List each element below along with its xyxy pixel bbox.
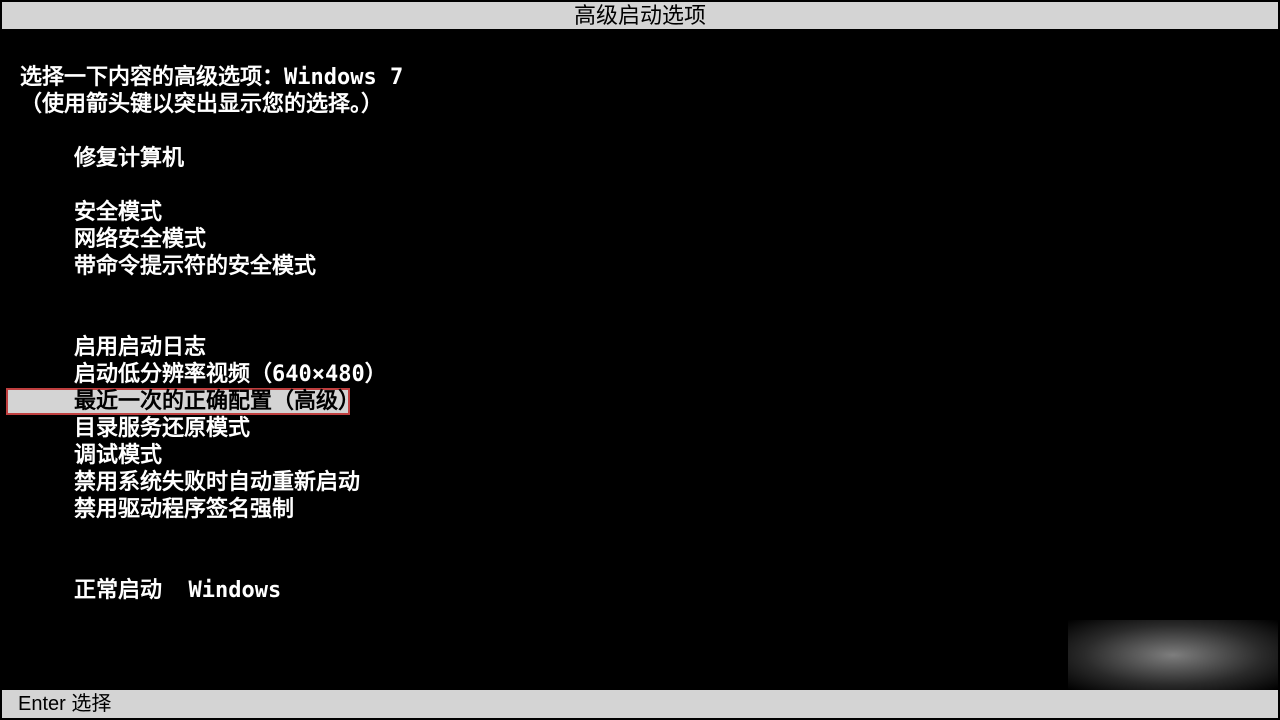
spacer <box>2 118 1278 145</box>
boot-menu-content: 选择一下内容的高级选项：Windows 7 （使用箭头键以突出显示您的选择。） … <box>2 30 1278 690</box>
header-line-2: （使用箭头键以突出显示您的选择。） <box>2 91 1278 118</box>
menu-safe-mode-command[interactable]: 带命令提示符的安全模式 <box>2 253 1278 280</box>
menu-safe-mode-networking[interactable]: 网络安全模式 <box>2 226 1278 253</box>
menu-directory-services-restore[interactable]: 目录服务还原模式 <box>2 415 1278 442</box>
menu-start-windows-normally[interactable]: 正常启动 Windows <box>2 577 1278 604</box>
menu-debugging-mode[interactable]: 调试模式 <box>2 442 1278 469</box>
spacer <box>2 523 1278 550</box>
menu-enable-boot-logging[interactable]: 启用启动日志 <box>2 334 1278 361</box>
header-line-1: 选择一下内容的高级选项：Windows 7 <box>2 64 1278 91</box>
menu-repair-computer[interactable]: 修复计算机 <box>2 145 1278 172</box>
boot-options-window: 高级启动选项 选择一下内容的高级选项：Windows 7 （使用箭头键以突出显示… <box>0 0 1280 720</box>
menu-disable-driver-sig[interactable]: 禁用驱动程序签名强制 <box>2 496 1278 523</box>
decorative-smudge <box>1068 620 1278 690</box>
spacer <box>2 550 1278 577</box>
spacer <box>2 307 1278 334</box>
spacer <box>2 172 1278 199</box>
menu-last-known-good-config[interactable]: 最近一次的正确配置（高级） <box>2 388 1278 415</box>
menu-disable-auto-restart[interactable]: 禁用系统失败时自动重新启动 <box>2 469 1278 496</box>
menu-safe-mode[interactable]: 安全模式 <box>2 199 1278 226</box>
window-title: 高级启动选项 <box>2 2 1278 30</box>
menu-item-label: 最近一次的正确配置（高级） <box>2 388 1278 415</box>
footer-hint: Enter 选择 <box>2 690 1278 718</box>
spacer <box>2 280 1278 307</box>
menu-low-res-video[interactable]: 启动低分辨率视频（640×480） <box>2 361 1278 388</box>
